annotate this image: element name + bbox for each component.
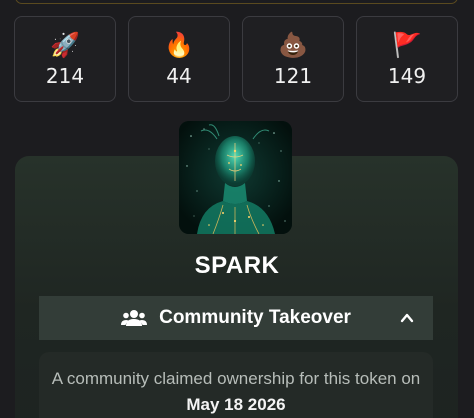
token-name: SPARK <box>194 252 280 279</box>
token-page: 🚀 214 🔥 44 💩 121 🚩 149 SPARK Community T… <box>0 0 474 418</box>
rocket-icon: 🚀 <box>50 31 80 59</box>
poop-icon: 💩 <box>278 31 308 59</box>
community-takeover-description: A community claimed ownership for this t… <box>39 366 433 418</box>
reaction-red-flag-button[interactable]: 🚩 149 <box>356 16 458 102</box>
takeover-date: May 18 2026 <box>186 395 286 414</box>
reaction-poop-button[interactable]: 💩 121 <box>242 16 344 102</box>
community-takeover-toggle[interactable]: Community Takeover <box>39 296 433 340</box>
users-icon <box>121 309 148 327</box>
token-avatar <box>179 121 292 234</box>
description-text: A community claimed ownership for this t… <box>51 369 421 388</box>
reaction-count: 121 <box>273 64 313 88</box>
reaction-count: 149 <box>387 64 427 88</box>
community-takeover-title: Community Takeover <box>159 307 351 328</box>
chevron-up-icon[interactable] <box>399 310 415 326</box>
fire-icon: 🔥 <box>164 31 194 59</box>
reaction-count: 214 <box>45 64 85 88</box>
reaction-bar: 🚀 214 🔥 44 💩 121 🚩 149 <box>14 16 458 102</box>
top-panel-edge <box>15 0 458 4</box>
red-flag-icon: 🚩 <box>392 31 422 59</box>
reaction-fire-button[interactable]: 🔥 44 <box>128 16 230 102</box>
reaction-rocket-button[interactable]: 🚀 214 <box>14 16 116 102</box>
reaction-count: 44 <box>166 64 192 88</box>
glowing-figure-image <box>179 121 292 234</box>
community-takeover-details: A community claimed ownership for this t… <box>39 352 433 418</box>
